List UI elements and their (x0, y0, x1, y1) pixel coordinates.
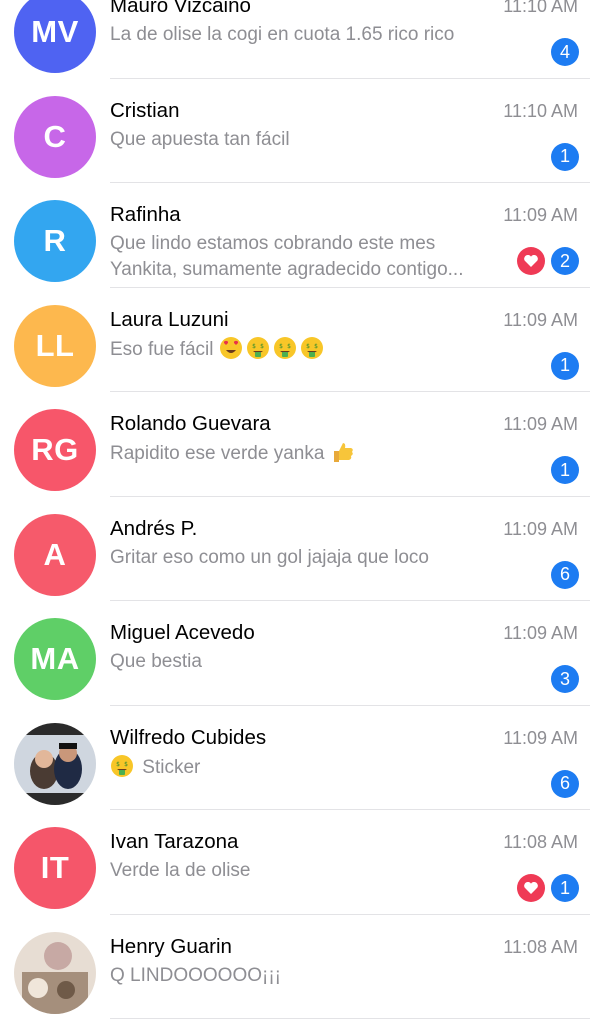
message-preview: Verde la de olise (110, 858, 505, 884)
contact-name: Andrés P. (110, 517, 197, 541)
unread-count-badge: 1 (551, 874, 579, 902)
thumbs-up-emoji (330, 440, 354, 464)
profile-photo (14, 932, 96, 1014)
svg-text:$: $ (124, 761, 128, 768)
message-text: Que lindo estamos cobrando este mes (110, 233, 435, 254)
avatar-initials: C (44, 119, 67, 155)
avatar[interactable] (14, 723, 96, 805)
contact-name: Miguel Acevedo (110, 621, 255, 645)
avatar[interactable]: R (14, 200, 96, 282)
avatar[interactable]: LL (14, 305, 96, 387)
svg-text:$: $ (252, 343, 256, 350)
contact-name: Henry Guarin (110, 935, 232, 959)
avatar[interactable]: IT (14, 827, 96, 909)
chat-row[interactable]: RG Rolando Guevara 11:09 AM Rapidito ese ve… (0, 392, 590, 497)
chat-row[interactable]: Wilfredo Cubides11:09 AM$$ Sticker6 (0, 706, 590, 811)
unread-count-badge: 1 (551, 143, 579, 171)
message-preview: Eso fue fácil $$$$$$ (110, 336, 505, 363)
contact-name: Ivan Tarazona (110, 830, 238, 854)
heart-eyes-emoji (219, 336, 243, 360)
avatar-initials: LL (36, 328, 75, 364)
contact-name: Laura Luzuni (110, 308, 229, 332)
unread-count-badge: 1 (551, 352, 579, 380)
money-face-emoji: $$ (300, 336, 324, 360)
profile-photo (14, 723, 96, 805)
message-text: Que bestia (110, 651, 202, 672)
message-time: 11:08 AM (503, 937, 578, 958)
avatar[interactable]: MV (14, 0, 96, 73)
unread-count-badge: 2 (551, 247, 579, 275)
message-time: 11:09 AM (503, 728, 578, 749)
chat-row[interactable]: IT Ivan Tarazona 11:08 AM Verde la de olise… (0, 810, 590, 915)
avatar[interactable]: C (14, 96, 96, 178)
message-time: 11:09 AM (503, 414, 578, 435)
avatar-initials: RG (31, 432, 79, 468)
unread-count-badge: 4 (551, 38, 579, 66)
money-face-emoji: $$ (273, 336, 297, 360)
message-preview: Que lindo estamos cobrando este mes Yanki… (110, 231, 505, 283)
avatar-initials: R (44, 223, 67, 259)
message-text: Eso fue fácil (110, 339, 214, 360)
message-time: 11:10 AM (503, 0, 578, 17)
chat-row[interactable]: MV Mauro Vizcaino 11:10 AM La de olise la c… (0, 0, 590, 79)
avatar-initials: MA (30, 641, 79, 677)
chat-row[interactable]: Henry Guarin 11:08 AM Q LINDOOOOOO¡¡¡ (0, 915, 590, 1019)
message-text: Rapidito ese verde yanka (110, 443, 324, 464)
avatar-initials: IT (41, 850, 70, 886)
message-time: 11:08 AM (503, 832, 578, 853)
chat-row[interactable]: C Cristian 11:10 AM Que apuesta tan fácil 1 (0, 79, 590, 184)
message-text: Verde la de olise (110, 860, 251, 881)
money-face-emoji: $$ (110, 754, 134, 778)
unread-count-badge: 6 (551, 770, 579, 798)
avatar[interactable]: MA (14, 618, 96, 700)
message-preview: Que bestia (110, 649, 505, 675)
message-time: 11:09 AM (503, 205, 578, 226)
message-text: Que apuesta tan fácil (110, 129, 290, 150)
avatar-initials: A (44, 537, 67, 573)
unread-count-badge: 6 (551, 561, 579, 589)
unread-count-badge: 3 (551, 665, 579, 693)
contact-name: Rolando Guevara (110, 412, 271, 436)
message-time: 11:09 AM (503, 623, 578, 644)
avatar[interactable] (14, 932, 96, 1014)
contact-name: Cristian (110, 99, 180, 123)
svg-text:$: $ (287, 343, 291, 350)
message-time: 11:09 AM (503, 310, 578, 331)
heart-reaction-icon (517, 247, 545, 275)
message-time: 11:09 AM (503, 519, 578, 540)
chat-row[interactable]: MA Miguel Acevedo 11:09 AM Que bestia 3 (0, 601, 590, 706)
chat-row[interactable]: A Andrés P. 11:09 AM Gritar eso como un gol… (0, 497, 590, 602)
contact-name: Rafinha (110, 203, 181, 227)
svg-text:$: $ (279, 343, 283, 350)
money-face-emoji: $$ (246, 336, 270, 360)
svg-text:$: $ (314, 343, 318, 350)
avatar[interactable]: RG (14, 409, 96, 491)
svg-text:$: $ (306, 343, 310, 350)
message-preview: La de olise la cogi en cuota 1.65 rico r… (110, 22, 505, 48)
message-preview: Rapidito ese verde yanka (110, 440, 505, 467)
message-text: Sticker (142, 757, 200, 778)
contact-name: Mauro Vizcaino (110, 0, 251, 18)
message-preview: Gritar eso como un gol jajaja que loco (110, 545, 505, 571)
chat-list: MV Mauro Vizcaino 11:10 AM La de olise la c… (0, 0, 590, 1019)
svg-text:$: $ (260, 343, 264, 350)
message-text: Yankita, sumamente agradecido contigo... (110, 259, 463, 280)
chat-row[interactable]: R Rafinha 11:09 AM Que lindo estamos cobran… (0, 183, 590, 288)
chat-row[interactable]: LLLaura Luzuni11:09 AMEso fue fácil $$$$… (0, 288, 590, 393)
heart-reaction-icon (517, 874, 545, 902)
message-time: 11:10 AM (503, 101, 578, 122)
message-preview: $$ Sticker (110, 754, 505, 781)
unread-count-badge: 1 (551, 456, 579, 484)
avatar-initials: MV (31, 14, 79, 50)
message-text: La de olise la cogi en cuota 1.65 rico r… (110, 24, 454, 45)
svg-text:$: $ (116, 761, 120, 768)
message-text: Gritar eso como un gol jajaja que loco (110, 547, 429, 568)
message-text: Q LINDOOOOOO¡¡¡ (110, 965, 281, 986)
contact-name: Wilfredo Cubides (110, 726, 266, 750)
message-preview: Que apuesta tan fácil (110, 127, 505, 153)
avatar[interactable]: A (14, 514, 96, 596)
